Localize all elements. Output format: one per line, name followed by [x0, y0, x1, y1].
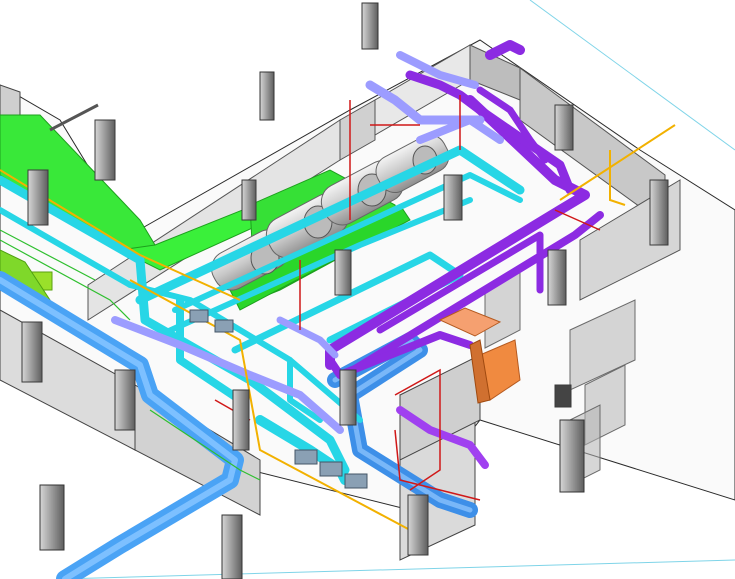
pump	[189, 309, 209, 323]
pump	[294, 449, 318, 465]
column	[339, 369, 357, 426]
column	[554, 104, 574, 151]
pump	[344, 473, 368, 489]
column	[27, 169, 49, 226]
column	[547, 249, 567, 306]
column	[39, 484, 65, 551]
column	[259, 71, 275, 121]
column	[361, 2, 379, 50]
column	[334, 249, 352, 296]
column	[21, 321, 43, 383]
column	[114, 369, 136, 431]
column	[94, 119, 116, 181]
pump	[214, 319, 234, 333]
bim-model-view[interactable]	[0, 0, 735, 579]
column	[649, 179, 669, 246]
column	[559, 419, 585, 493]
column	[241, 179, 257, 221]
pump	[319, 461, 343, 477]
column	[443, 174, 463, 221]
column	[407, 494, 429, 556]
column	[232, 389, 250, 451]
column	[554, 384, 572, 408]
column	[221, 514, 243, 579]
